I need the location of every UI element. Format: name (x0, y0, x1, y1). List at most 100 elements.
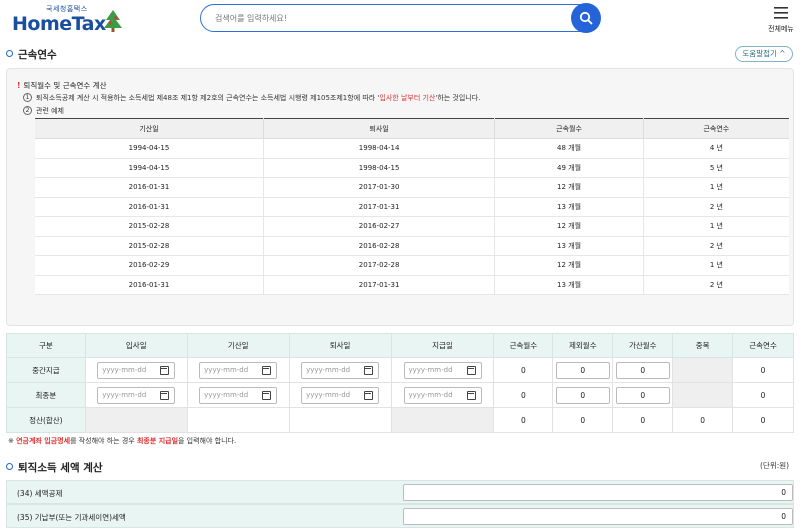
table-cell: 48 개월 (494, 138, 644, 159)
col-header: 중복 (672, 333, 734, 358)
table-cell: 4 년 (643, 138, 789, 159)
service-years-value: 0 (732, 407, 794, 433)
table-row: 1994-04-15 1998-04-15 49 개월 5 년 (35, 158, 789, 178)
col-header: 구분 (6, 333, 86, 358)
prepaid-tax-input[interactable]: 0 (403, 508, 793, 525)
prepaid-tax-row: (35) 기납부(또는 기과세이연)세액 0 (6, 504, 794, 528)
duplicate-value: 0 (672, 407, 734, 433)
row-label: 최종분 (6, 382, 86, 408)
table-row: 2016-02-29 2017-02-28 12 개월 1 년 (35, 255, 789, 276)
service-months-value: 0 (493, 357, 554, 383)
service-years-value: 0 (732, 357, 794, 383)
table-row: 2015-02-28 2016-02-27 12 개월 1 년 (35, 216, 789, 237)
calendar-icon[interactable] (160, 390, 170, 400)
full-menu-button[interactable]: 전체메뉴 (766, 4, 796, 34)
table-cell: 12 개월 (494, 255, 644, 276)
table-row-final: 최종분 yyyy-mm-dd yyyy-mm-dd yyyy-mm-dd yyy… (6, 382, 794, 408)
hire-date-input[interactable]: yyyy-mm-dd (97, 386, 176, 404)
table-row: 2016-01-31 2017-01-31 13 개월 2 년 (35, 197, 789, 217)
col-header: 지급일 (390, 333, 495, 358)
col-header: 근속연수 (643, 118, 789, 139)
bullet-icon (6, 463, 13, 470)
calendar-icon[interactable] (160, 365, 170, 375)
section-title-tax-calc: 퇴직소득 세액 계산 (6, 460, 103, 475)
table-cell: 1 년 (643, 216, 789, 237)
hometax-logo[interactable]: 국세청홈택스 HomeTax (6, 4, 122, 36)
table-row-settlement: 정산(합산) 0 0 0 0 0 (6, 407, 794, 433)
duplicate-cell (672, 357, 734, 383)
table-cell: 2017-02-28 (263, 255, 496, 276)
table-cell: 13 개월 (494, 236, 644, 256)
service-years-table: 구분 입사일 기산일 퇴사일 지급일 근속월수 제외월수 가산월수 중복 근속연… (6, 333, 794, 433)
empty-cell (84, 407, 188, 433)
col-header: 근속연수 (732, 333, 794, 358)
info-heading: ! 퇴직월수 및 근속연수 계산 (17, 81, 107, 90)
payment-date-input[interactable]: yyyy-mm-dd (403, 361, 482, 379)
table-cell: 49 개월 (494, 158, 644, 178)
excluded-months-input[interactable]: 0 (555, 361, 610, 379)
search-icon (579, 11, 593, 25)
table-cell: 1 년 (643, 177, 789, 198)
calendar-icon[interactable] (466, 390, 476, 400)
added-months-input[interactable]: 0 (615, 361, 670, 379)
col-header: 제외월수 (552, 333, 614, 358)
start-date-input[interactable]: yyyy-mm-dd (199, 386, 278, 404)
table-cell: 2015-02-28 (35, 236, 264, 256)
retire-date-input[interactable]: yyyy-mm-dd (301, 386, 380, 404)
calendar-icon[interactable] (364, 365, 374, 375)
help-toggle-button[interactable]: 도움말접기 ^ (735, 46, 793, 62)
calendar-icon[interactable] (262, 365, 272, 375)
added-months-input[interactable]: 0 (615, 386, 670, 404)
hamburger-icon (774, 7, 788, 19)
table-row: 1994-04-15 1998-04-14 48 개월 4 년 (35, 138, 789, 159)
help-info-box: ! 퇴직월수 및 근속연수 계산 1 퇴직소득공제 계산 시 적용하는 소득세법 제… (6, 68, 794, 326)
duplicate-cell (672, 382, 734, 408)
table-cell: 2 년 (643, 236, 789, 256)
col-header: 가산월수 (612, 333, 674, 358)
search-input[interactable] (215, 10, 555, 26)
col-header: 근속월수 (493, 333, 554, 358)
info-line-1: 1 퇴직소득공제 계산 시 적용하는 소득세법 제48조 제1항 제2호의 근속연… (23, 93, 480, 103)
retire-date-input[interactable]: yyyy-mm-dd (301, 361, 380, 379)
col-header: 기산일 (186, 333, 290, 358)
menu-label: 전체메뉴 (768, 25, 794, 33)
section-title-service-years: 근속연수 (6, 47, 57, 62)
table-cell: 1998-04-14 (263, 138, 496, 159)
row-label: 정산(합산) (6, 407, 86, 433)
table-cell: 2 년 (643, 275, 789, 295)
row-label: (34) 세액공제 (17, 489, 63, 498)
header: 국세청홈택스 HomeTax 전체메뉴 (0, 0, 800, 38)
search-bar (200, 3, 601, 33)
table-row: 2016-01-31 2017-01-31 13 개월 2 년 (35, 275, 789, 295)
table-cell: 2016-02-28 (263, 236, 496, 256)
holiday-tree-icon (104, 10, 122, 32)
service-months-value: 0 (493, 382, 554, 408)
tax-credit-row: (34) 세액공제 0 (6, 480, 794, 504)
calendar-icon[interactable] (466, 365, 476, 375)
table-cell: 2016-01-31 (35, 275, 264, 295)
table-cell: 2016-02-27 (263, 216, 496, 237)
excluded-months-input[interactable]: 0 (555, 386, 610, 404)
table-cell: 1998-04-15 (263, 158, 496, 178)
service-years-value: 0 (732, 382, 794, 408)
calendar-icon[interactable] (262, 390, 272, 400)
hire-date-input[interactable]: yyyy-mm-dd (97, 361, 176, 379)
table-cell: 12 개월 (494, 216, 644, 237)
start-date-input[interactable]: yyyy-mm-dd (199, 361, 278, 379)
table-cell: 2 년 (643, 197, 789, 217)
search-button[interactable] (571, 3, 601, 33)
example-table: 기산일 퇴사일 근속월수 근속연수 1994-04-15 1998-04-14 48… (35, 118, 789, 295)
empty-cell (390, 407, 495, 433)
tax-credit-input[interactable]: 0 (403, 484, 793, 501)
col-header: 퇴사일 (288, 333, 392, 358)
payment-date-input[interactable]: yyyy-mm-dd (403, 386, 482, 404)
col-header: 퇴사일 (263, 118, 496, 139)
empty-cell (186, 407, 290, 433)
table-row-interim: 중간지급 yyyy-mm-dd yyyy-mm-dd yyyy-mm-dd yy… (6, 357, 794, 383)
col-header: 입사일 (84, 333, 188, 358)
service-months-value: 0 (493, 407, 554, 433)
table-cell: 2017-01-31 (263, 197, 496, 217)
table-cell: 1 년 (643, 255, 789, 276)
col-header: 기산일 (35, 118, 264, 139)
calendar-icon[interactable] (364, 390, 374, 400)
